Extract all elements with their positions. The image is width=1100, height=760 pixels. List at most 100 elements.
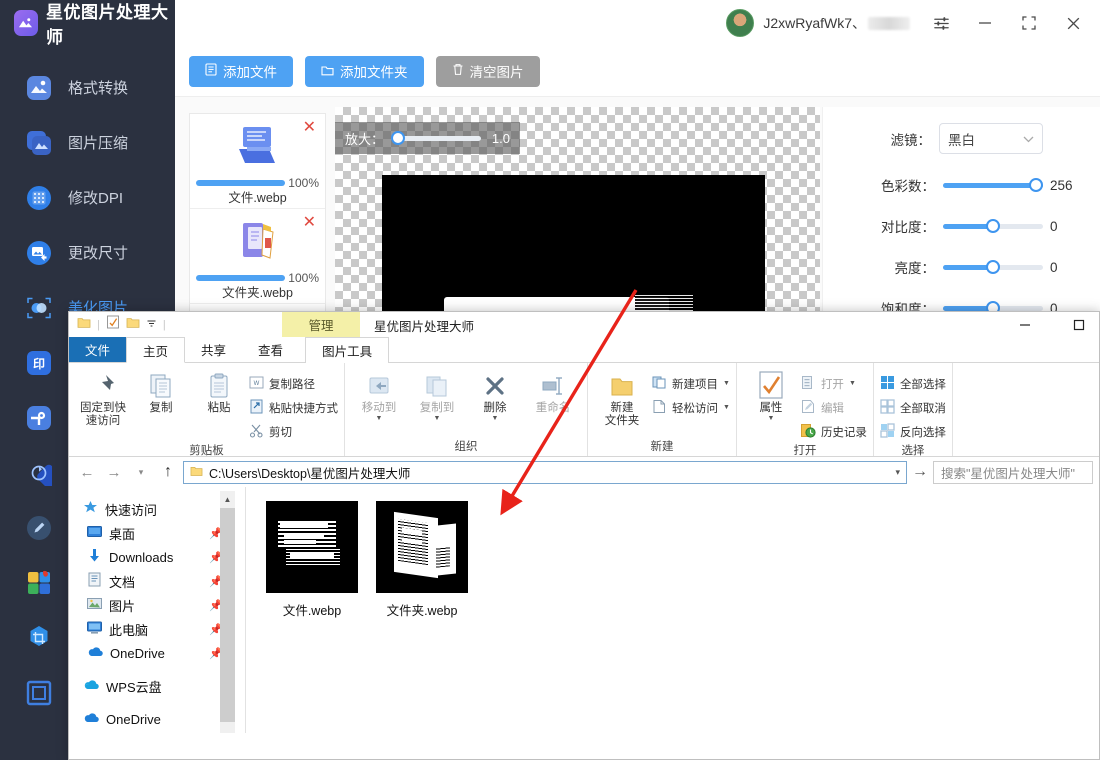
chevron-down-icon[interactable]: ▾ bbox=[129, 460, 153, 484]
address-path-box[interactable]: C:\Users\Desktop\星优图片处理大师 ▾ bbox=[183, 460, 907, 484]
go-arrow-icon[interactable]: → bbox=[910, 461, 930, 484]
folder-icon[interactable] bbox=[126, 316, 140, 334]
ribbon-item-easy-access[interactable]: 轻松访问 ▼ bbox=[652, 397, 730, 418]
ribbon-button-rename[interactable]: 重命名 bbox=[525, 366, 581, 415]
ribbon-button-copy-to[interactable]: 复制到 ▼ bbox=[409, 366, 465, 422]
navpane-item-2[interactable]: 桌面 📌 bbox=[69, 521, 245, 545]
chevron-down-icon[interactable]: ▾ bbox=[895, 467, 900, 478]
properties-icon[interactable] bbox=[106, 315, 120, 334]
adjustment-slider[interactable] bbox=[943, 177, 1043, 193]
explorer-tab-4[interactable]: 查看 bbox=[242, 336, 299, 362]
adjustment-row: 色彩数： 256 bbox=[823, 175, 1080, 195]
ribbon-item-history[interactable]: 历史记录 bbox=[800, 421, 867, 442]
settings-icon[interactable] bbox=[928, 10, 954, 36]
ribbon-item-paste-shortcut[interactable]: 粘贴快捷方式 bbox=[249, 397, 338, 418]
chevron-down-icon[interactable]: ▼ bbox=[849, 380, 856, 387]
ribbon-item-copy-path[interactable]: W 复制路径 bbox=[249, 373, 338, 394]
navpane-item-label: 图片 bbox=[109, 598, 136, 614]
chevron-down-icon[interactable] bbox=[146, 316, 157, 334]
chevron-down-icon[interactable]: ▼ bbox=[767, 415, 774, 422]
maximize-icon[interactable] bbox=[1067, 314, 1091, 336]
folder-icon[interactable] bbox=[77, 316, 91, 334]
minimize-icon[interactable] bbox=[972, 10, 998, 36]
adjustment-slider[interactable] bbox=[943, 259, 1043, 275]
ribbon-group-1: 固定到快 速访问 复制 粘贴 W 复制路径 粘贴快捷方式 剪切 剪贴板 bbox=[69, 363, 345, 457]
ribbon-item-open[interactable]: 打开 ▼ bbox=[801, 373, 867, 394]
navpane-item-8[interactable]: WPS云盘 bbox=[69, 674, 245, 698]
slider-knob[interactable] bbox=[986, 260, 1000, 274]
zoom-control[interactable]: 放大： 1.0 bbox=[335, 122, 520, 154]
navpane-item-9[interactable]: OneDrive bbox=[69, 707, 245, 731]
easy-access-icon bbox=[652, 399, 667, 417]
filter-select[interactable]: 黑白 bbox=[939, 123, 1043, 154]
chevron-down-icon[interactable]: ▼ bbox=[376, 415, 383, 422]
arrow-left-icon[interactable]: ← bbox=[75, 460, 99, 484]
sidebar-item-1[interactable]: 格式转换 bbox=[0, 60, 175, 115]
ribbon-button-delete-x[interactable]: 删除 ▼ bbox=[467, 366, 523, 422]
navpane-scrollbar[interactable]: ▲ bbox=[220, 491, 235, 733]
clear-images-button[interactable]: 清空图片 bbox=[435, 55, 540, 87]
ribbon-item-new-item[interactable]: 新建项目 ▼ bbox=[652, 373, 730, 394]
ribbon-item-edit[interactable]: 编辑 bbox=[801, 397, 867, 418]
folder-icon bbox=[190, 465, 203, 480]
explorer-titlebar: | | 管理 星优图片处理大师 bbox=[69, 312, 1099, 337]
arrow-up-icon[interactable]: ↑ bbox=[156, 460, 180, 484]
chevron-down-icon[interactable]: ▼ bbox=[723, 404, 730, 411]
file-list-item[interactable]: ✕ 100% 文件.webp bbox=[190, 114, 325, 209]
ribbon-item-scissors[interactable]: 剪切 bbox=[249, 421, 338, 442]
explorer-tab-5[interactable]: 图片工具 bbox=[305, 337, 390, 363]
ribbon-button-new-folder[interactable]: 新建 文件夹 bbox=[594, 366, 650, 428]
fullscreen-icon[interactable] bbox=[1016, 10, 1042, 36]
pin-icon bbox=[89, 370, 117, 402]
ribbon-item-select-all[interactable]: 全部选择 bbox=[880, 373, 946, 394]
chevron-down-icon[interactable]: ▼ bbox=[723, 380, 730, 387]
progress-bar bbox=[196, 180, 286, 186]
ribbon-button-pin[interactable]: 固定到快 速访问 bbox=[75, 366, 131, 428]
svg-text:印: 印 bbox=[33, 357, 45, 371]
slider-knob[interactable] bbox=[1029, 178, 1043, 192]
sidebar-item-4[interactable]: 更改尺寸 bbox=[0, 225, 175, 280]
navpane-item-1[interactable]: 快速访问 bbox=[69, 497, 245, 521]
pictures-icon bbox=[87, 596, 102, 614]
user-account[interactable]: J2xwRyafWk7、 bbox=[726, 9, 910, 37]
slider-knob[interactable] bbox=[986, 219, 1000, 233]
sidebar-item-2[interactable]: 图片压缩 bbox=[0, 115, 175, 170]
navpane-item-5[interactable]: 图片 📌 bbox=[69, 593, 245, 617]
explorer-tab-3[interactable]: 共享 bbox=[185, 336, 242, 362]
ribbon-button-move-to[interactable]: 移动到 ▼ bbox=[351, 366, 407, 422]
add-file-label: 添加文件 bbox=[223, 65, 277, 80]
file-tile[interactable]: 文件夹.webp bbox=[374, 501, 470, 619]
explorer-tab-1[interactable]: 文件 bbox=[69, 336, 127, 362]
arrow-right-icon[interactable]: → bbox=[102, 460, 126, 484]
app-titlebar: J2xwRyafWk7、 bbox=[175, 0, 1100, 46]
chevron-down-icon[interactable]: ▼ bbox=[492, 415, 499, 422]
scroll-up-icon[interactable]: ▲ bbox=[220, 491, 235, 507]
add-file-button[interactable]: 添加文件 bbox=[189, 55, 293, 87]
ribbon-item-invert-selection[interactable]: 反向选择 bbox=[880, 421, 946, 442]
remove-file-icon[interactable]: ✕ bbox=[303, 215, 316, 231]
ribbon-button-paste[interactable]: 粘贴 bbox=[191, 366, 247, 415]
navpane-item-6[interactable]: 此电脑 📌 bbox=[69, 617, 245, 641]
ribbon-button-properties[interactable]: 属性 ▼ bbox=[743, 366, 799, 422]
file-tile[interactable]: 文件.webp bbox=[264, 501, 360, 619]
zoom-slider-knob[interactable] bbox=[391, 131, 406, 145]
remove-file-icon[interactable]: ✕ bbox=[303, 120, 316, 136]
chevron-down-icon[interactable]: ▼ bbox=[434, 415, 441, 422]
ribbon-item-select-none[interactable]: 全部取消 bbox=[880, 397, 946, 418]
close-icon[interactable] bbox=[1060, 10, 1086, 36]
navpane-item-3[interactable]: Downloads 📌 bbox=[69, 545, 245, 569]
file-tile-name: 文件夹.webp bbox=[386, 604, 458, 618]
explorer-tab-2[interactable]: 主页 bbox=[126, 337, 186, 363]
adjustment-slider[interactable] bbox=[943, 218, 1043, 234]
navpane-item-7[interactable]: OneDrive 📌 bbox=[69, 641, 245, 665]
explorer-search-input[interactable]: 搜索"星优图片处理大师" bbox=[933, 460, 1093, 484]
ribbon-button-copy[interactable]: 复制 bbox=[133, 366, 189, 415]
svg-text:W: W bbox=[254, 381, 260, 387]
zoom-slider[interactable] bbox=[391, 130, 481, 146]
minimize-icon[interactable] bbox=[1013, 314, 1037, 336]
add-folder-button[interactable]: 添加文件夹 bbox=[305, 55, 424, 87]
sidebar-item-3[interactable]: 修改DPI bbox=[0, 170, 175, 225]
navpane-item-4[interactable]: 文档 📌 bbox=[69, 569, 245, 593]
scrollbar-thumb[interactable] bbox=[220, 508, 235, 722]
file-list-item[interactable]: ✕ 100% 文件夹.webp bbox=[190, 209, 325, 304]
